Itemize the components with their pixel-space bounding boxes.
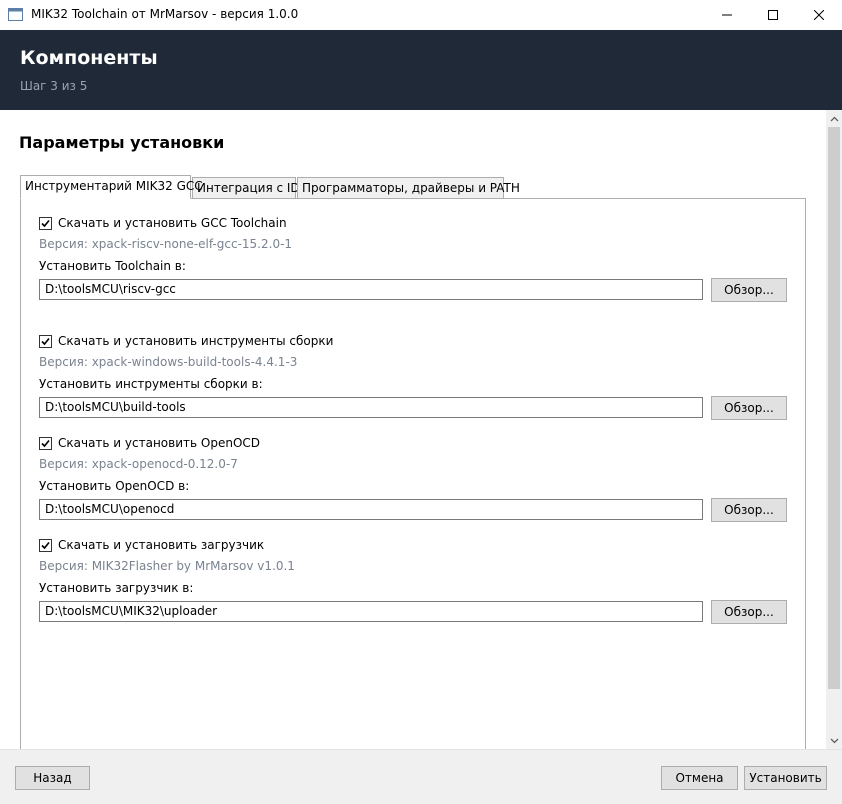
vertical-scrollbar[interactable] [826,110,842,749]
component-openocd: Скачать и установить OpenOCD Версия: xpa… [21,436,805,531]
component-uploader: Скачать и установить загрузчик Версия: M… [21,538,805,633]
install-button[interactable]: Установить [744,766,827,790]
footer-bar: Назад Отмена Установить [0,749,842,804]
openocd-checkbox-label[interactable]: Скачать и установить OpenOCD [58,436,260,450]
scrollbar-thumb[interactable] [828,127,840,689]
build-tools-path-input[interactable]: D:\toolsMCU\build-tools [39,397,703,418]
gcc-version: Версия: xpack-riscv-none-elf-gcc-15.2.0-… [39,237,293,251]
window-title: MIK32 Toolchain от MrMarsov - версия 1.0… [31,7,299,21]
maximize-icon [768,10,778,20]
openocd-path-input[interactable]: D:\toolsMCU\openocd [39,499,703,520]
app-icon [8,8,23,21]
maximize-button[interactable] [750,0,796,30]
section-title: Параметры установки [19,133,225,152]
openocd-path-label: Установить OpenOCD в: [39,479,190,493]
chevron-down-icon [830,738,838,743]
scroll-down-button[interactable] [826,732,842,749]
gcc-checkbox-label[interactable]: Скачать и установить GCC Toolchain [58,216,287,230]
title-bar: MIK32 Toolchain от MrMarsov - версия 1.0… [0,0,842,30]
tab-panel: Скачать и установить GCC Toolchain Верси… [20,198,806,749]
checkmark-icon [41,219,50,228]
openocd-browse-button[interactable]: Обзор... [711,498,787,522]
minimize-icon [722,14,732,16]
scroll-up-button[interactable] [826,110,842,127]
page-title: Компоненты [20,47,158,69]
checkmark-icon [41,541,50,550]
build-tools-checkbox-label[interactable]: Скачать и установить инструменты сборки [58,334,333,348]
minimize-button[interactable] [704,0,750,30]
uploader-browse-button[interactable]: Обзор... [711,600,787,624]
scroll-content: Параметры установки Интеграция с IDE Про… [0,110,826,749]
uploader-version: Версия: MIK32Flasher by MrMarsov v1.0.1 [39,559,295,573]
gcc-browse-button[interactable]: Обзор... [711,278,787,302]
openocd-checkbox[interactable] [39,437,52,450]
build-tools-version: Версия: xpack-windows-build-tools-4.4.1-… [39,355,298,369]
close-icon [814,10,824,20]
uploader-checkbox[interactable] [39,539,52,552]
cancel-button[interactable]: Отмена [661,766,738,790]
close-button[interactable] [796,0,842,30]
uploader-path-input[interactable]: D:\toolsMCU\MIK32\uploader [39,601,703,622]
build-tools-checkbox[interactable] [39,335,52,348]
component-gcc: Скачать и установить GCC Toolchain Верси… [21,216,805,311]
checkmark-icon [41,439,50,448]
wizard-header: Компоненты Шаг 3 из 5 [0,30,842,110]
gcc-path-label: Установить Toolchain в: [39,259,186,273]
step-indicator: Шаг 3 из 5 [20,79,88,93]
checkmark-icon [41,337,50,346]
back-button[interactable]: Назад [15,766,90,790]
chevron-up-icon [830,116,838,121]
tab-gcc-toolchain[interactable]: Инструментарий MIK32 GCC [20,175,203,199]
uploader-path-label: Установить загрузчик в: [39,581,194,595]
gcc-checkbox[interactable] [39,217,52,230]
component-build-tools: Скачать и установить инструменты сборки … [21,334,805,429]
tab-ide-integration[interactable]: Интеграция с IDE [192,177,307,199]
build-tools-browse-button[interactable]: Обзор... [711,396,787,420]
uploader-checkbox-label[interactable]: Скачать и установить загрузчик [58,538,264,552]
openocd-version: Версия: xpack-openocd-0.12.0-7 [39,457,238,471]
build-tools-path-label: Установить инструменты сборки в: [39,377,263,391]
tab-programmers-drivers-path[interactable]: Программаторы, драйверы и PATH [297,177,520,199]
gcc-path-input[interactable]: D:\toolsMCU\riscv-gcc [39,279,703,300]
